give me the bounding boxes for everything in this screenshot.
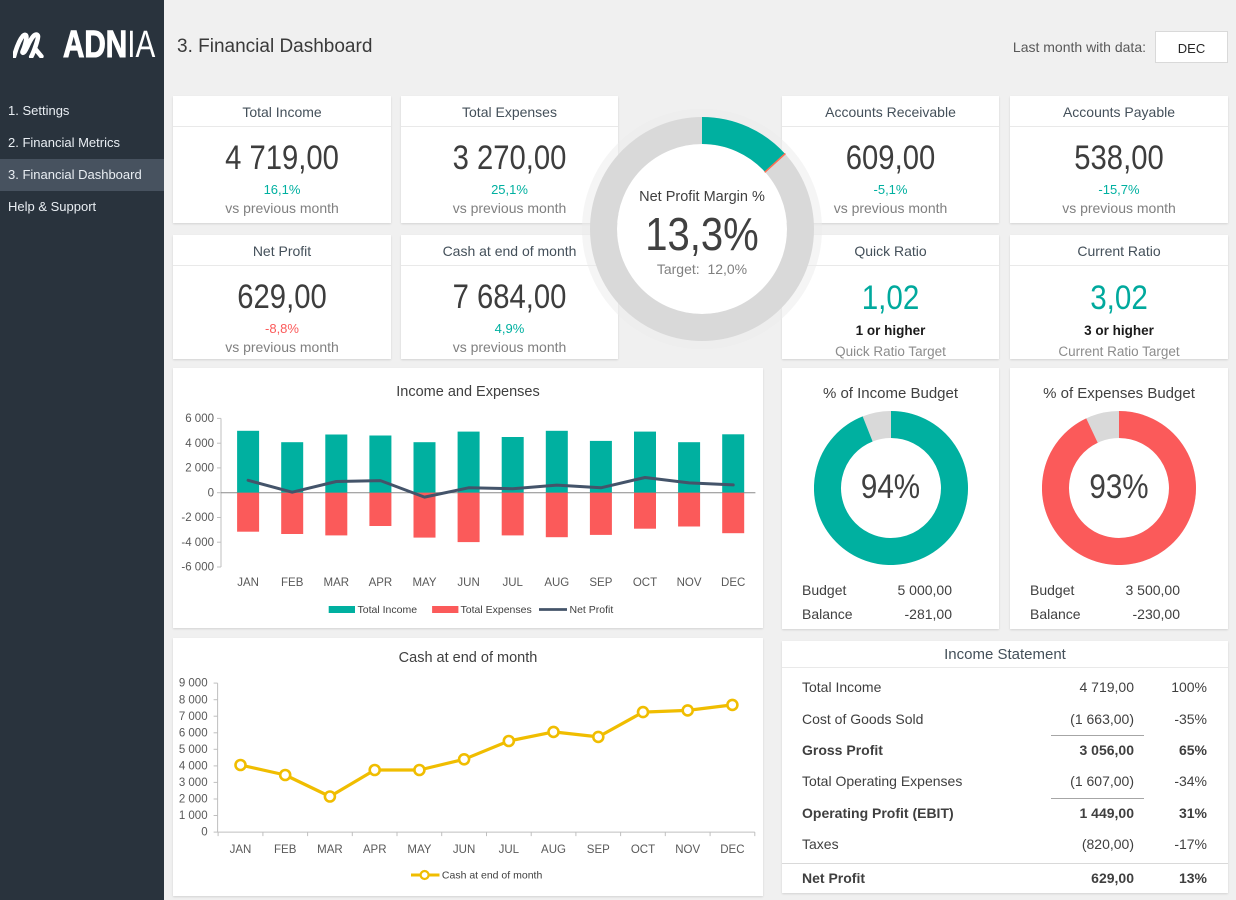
svg-text:JUL: JUL bbox=[502, 577, 523, 589]
svg-text:4 000: 4 000 bbox=[179, 761, 208, 773]
svg-text:1 000: 1 000 bbox=[179, 810, 208, 822]
svg-text:JAN: JAN bbox=[230, 844, 252, 856]
svg-text:6 000: 6 000 bbox=[179, 727, 208, 739]
svg-text:DEC: DEC bbox=[721, 577, 745, 589]
svg-text:OCT: OCT bbox=[631, 844, 655, 856]
svg-text:Net Profit: Net Profit bbox=[570, 604, 614, 616]
svg-text:MAR: MAR bbox=[317, 844, 343, 856]
svg-text:AUG: AUG bbox=[544, 577, 569, 589]
svg-text:APR: APR bbox=[369, 577, 393, 589]
svg-text:3 000: 3 000 bbox=[179, 777, 208, 789]
svg-text:FEB: FEB bbox=[281, 577, 304, 589]
svg-text:2 000: 2 000 bbox=[179, 794, 208, 806]
svg-text:OCT: OCT bbox=[633, 577, 657, 589]
svg-text:JUN: JUN bbox=[453, 844, 475, 856]
svg-text:DEC: DEC bbox=[720, 844, 744, 856]
svg-text:MAR: MAR bbox=[324, 577, 350, 589]
svg-text:APR: APR bbox=[363, 844, 387, 856]
svg-text:-4 000: -4 000 bbox=[181, 537, 214, 549]
svg-text:SEP: SEP bbox=[587, 844, 610, 856]
svg-text:SEP: SEP bbox=[589, 577, 612, 589]
svg-text:AUG: AUG bbox=[541, 844, 566, 856]
svg-text:JUL: JUL bbox=[499, 844, 520, 856]
svg-text:FEB: FEB bbox=[274, 844, 297, 856]
svg-text:-6 000: -6 000 bbox=[181, 562, 214, 574]
svg-text:NOV: NOV bbox=[675, 844, 700, 856]
svg-text:JAN: JAN bbox=[237, 577, 259, 589]
svg-text:7 000: 7 000 bbox=[179, 711, 208, 723]
svg-text:-2 000: -2 000 bbox=[181, 512, 214, 524]
svg-text:9 000: 9 000 bbox=[179, 678, 208, 690]
svg-text:MAY: MAY bbox=[407, 844, 431, 856]
svg-text:Cash at end of month: Cash at end of month bbox=[442, 870, 543, 882]
svg-text:5 000: 5 000 bbox=[179, 744, 208, 756]
svg-text:4 000: 4 000 bbox=[185, 438, 214, 450]
svg-text:NOV: NOV bbox=[677, 577, 702, 589]
svg-text:0: 0 bbox=[208, 487, 214, 499]
svg-text:0: 0 bbox=[201, 827, 207, 839]
svg-text:8 000: 8 000 bbox=[179, 694, 208, 706]
svg-text:6 000: 6 000 bbox=[185, 413, 214, 425]
svg-text:Total Expenses: Total Expenses bbox=[461, 604, 532, 616]
svg-text:JUN: JUN bbox=[457, 577, 479, 589]
svg-text:MAY: MAY bbox=[412, 577, 436, 589]
svg-text:Total Income: Total Income bbox=[358, 604, 418, 616]
svg-text:2 000: 2 000 bbox=[185, 463, 214, 475]
